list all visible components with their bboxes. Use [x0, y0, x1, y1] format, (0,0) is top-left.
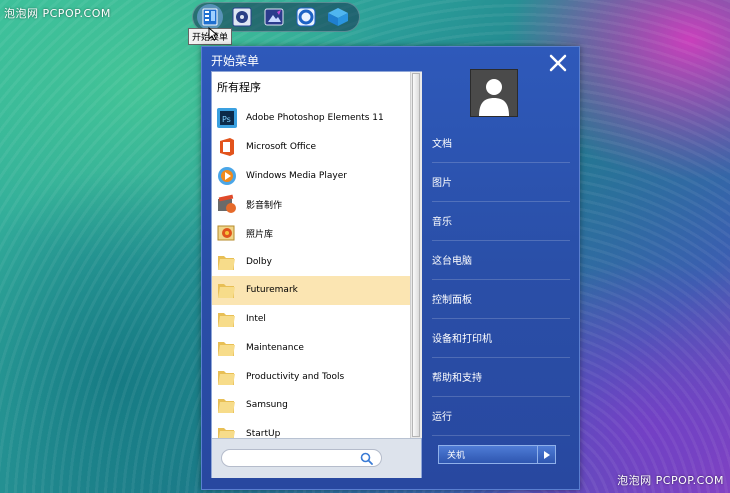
program-item-photoshop[interactable]: Ps Adobe Photoshop Elements 11	[212, 104, 410, 133]
program-label: Dolby	[246, 256, 272, 267]
office-icon	[220, 138, 234, 157]
folder-icon	[218, 313, 235, 328]
menu-item-control-panel[interactable]: 控制面板	[432, 279, 572, 317]
shutdown-control: 关机	[438, 445, 556, 464]
start-menu-title: 开始菜单	[211, 54, 260, 68]
menu-item-music[interactable]: 音乐	[432, 201, 572, 239]
program-label: Microsoft Office	[246, 142, 317, 153]
watermark-bottom: 泡泡网 PCPOP.COM	[617, 474, 724, 487]
program-item-productivity-tools[interactable]: Productivity and Tools	[212, 362, 410, 391]
shutdown-button[interactable]: 关机	[438, 445, 538, 464]
photoshop-icon: Ps	[217, 108, 237, 129]
search-icon[interactable]	[360, 452, 373, 465]
program-list-panel: 所有程序 Ps Adobe Photoshop Elements 11 Micr…	[211, 71, 422, 478]
photo-app-button[interactable]	[261, 4, 287, 30]
divider	[432, 435, 570, 436]
folder-icon	[218, 255, 235, 270]
program-list-scrollbar[interactable]	[410, 72, 422, 438]
folder-icon	[218, 370, 235, 385]
program-item-samsung[interactable]: Samsung	[212, 391, 410, 420]
program-list: Ps Adobe Photoshop Elements 11 Microsoft…	[212, 104, 410, 438]
camera-app-button[interactable]	[293, 4, 319, 30]
folder-icon	[218, 427, 235, 438]
disc-app-icon	[232, 7, 252, 27]
program-label: Intel	[246, 314, 266, 325]
program-item-movie-maker[interactable]: 影音制作	[212, 190, 410, 219]
folder-icon	[218, 341, 235, 356]
search-area	[212, 438, 421, 478]
photo-gallery-icon	[217, 225, 235, 241]
menu-item-documents[interactable]: 文档	[432, 123, 572, 161]
program-label: Samsung	[246, 400, 288, 411]
program-label: Productivity and Tools	[246, 371, 345, 382]
scrollbar-thumb[interactable]	[412, 73, 420, 437]
cloud-box-button[interactable]	[325, 4, 351, 30]
photo-app-icon	[264, 8, 284, 26]
mouse-cursor-icon	[208, 27, 218, 41]
svg-text:Ps: Ps	[222, 115, 231, 124]
program-label: 照片库	[246, 229, 274, 240]
disc-app-button[interactable]	[229, 4, 255, 30]
media-player-icon	[218, 166, 236, 185]
program-label: Windows Media Player	[246, 170, 347, 181]
program-item-photo-gallery[interactable]: 照片库	[212, 219, 410, 248]
start-menu: 开始菜单 所有程序 Ps Adobe Photoshop Elements 11…	[201, 46, 580, 490]
cloud-box-icon	[328, 8, 348, 26]
program-item-maintenance[interactable]: Maintenance	[212, 334, 410, 363]
program-item-office[interactable]: Microsoft Office	[212, 133, 410, 162]
menu-item-pictures[interactable]: 图片	[432, 162, 572, 200]
program-item-media-player[interactable]: Windows Media Player	[212, 161, 410, 190]
movie-maker-icon	[218, 194, 236, 214]
program-label: Adobe Photoshop Elements 11	[246, 113, 384, 124]
program-item-futuremark[interactable]: Futuremark	[212, 276, 410, 305]
menu-item-devices-printers[interactable]: 设备和打印机	[432, 318, 572, 356]
camera-app-icon	[296, 7, 316, 27]
watermark-top: 泡泡网 PCPOP.COM	[4, 7, 111, 20]
close-icon[interactable]	[548, 53, 568, 73]
menu-item-help-support[interactable]: 帮助和支持	[432, 357, 572, 395]
program-item-startup[interactable]: StartUp	[212, 420, 410, 438]
search-input[interactable]	[221, 449, 382, 467]
chevron-right-icon	[543, 450, 550, 459]
program-label: StartUp	[246, 428, 281, 438]
user-icon	[479, 79, 509, 116]
program-item-dolby[interactable]: Dolby	[212, 247, 410, 276]
program-label: 影音制作	[246, 200, 283, 211]
folder-icon	[218, 399, 235, 414]
menu-item-this-pc[interactable]: 这台电脑	[432, 240, 572, 278]
user-avatar[interactable]	[470, 69, 518, 117]
start-menu-icon	[202, 8, 218, 26]
program-item-intel[interactable]: Intel	[212, 305, 410, 334]
folder-icon	[218, 284, 235, 299]
shutdown-options-button[interactable]	[538, 445, 556, 464]
menu-item-run[interactable]: 运行	[432, 396, 572, 434]
program-label: Futuremark	[246, 285, 298, 296]
program-label: Maintenance	[246, 342, 304, 353]
all-programs-heading: 所有程序	[217, 81, 261, 94]
